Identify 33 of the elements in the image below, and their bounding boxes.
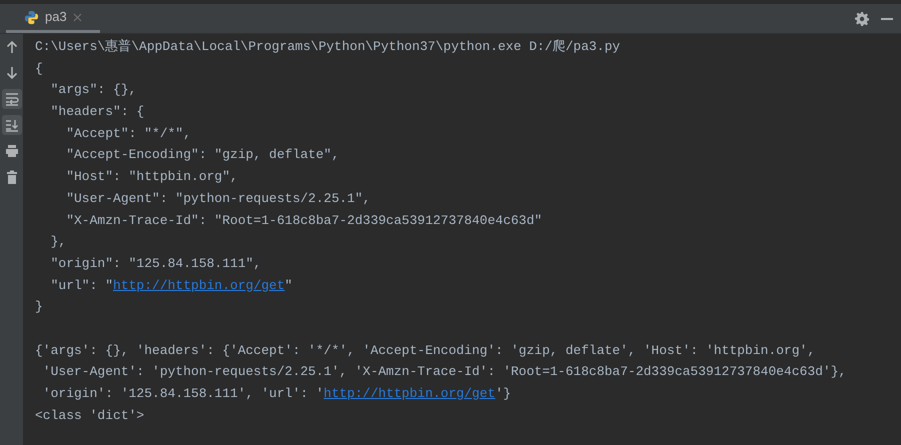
console-line: <class 'dict'>	[35, 406, 146, 425]
console-text: '}	[495, 386, 511, 401]
settings-icon[interactable]	[855, 12, 869, 26]
url-link[interactable]: http://httpbin.org/get	[113, 278, 285, 293]
toolbar-button[interactable]	[2, 115, 22, 135]
minimize-icon[interactable]	[881, 18, 893, 20]
console-line: "X-Amzn-Trace-Id": "Root=1-618c8ba7-2d339ca53912737840e4c63d"	[65, 212, 544, 230]
arrow-up-icon	[4, 40, 18, 54]
console-line: "origin": "125.84.158.111",	[50, 254, 262, 273]
soft-wrap-icon	[4, 92, 18, 106]
console-text: 'origin': '125.84.158.111', 'url': '	[42, 386, 324, 401]
console-line: "args": {},	[50, 81, 138, 100]
console-line: 'User-Agent': 'python-requests/2.25.1', 'X-Amzn-Trace-Id': 'Root=1-618c8ba7-2d339ca53912737840e4c63d'},	[42, 363, 848, 382]
console-line: C:\Users\惠普\AppData\Local\Programs\Python\Python37\python.exe D:/爬/pa3.py	[35, 38, 622, 56]
trash-icon	[4, 170, 18, 184]
console-line: "Host": "httpbin.org",	[65, 168, 239, 186]
url-link[interactable]: http://httpbin.org/get	[324, 386, 496, 401]
console-line: "Accept": "*/*",	[65, 124, 192, 143]
console-line: {'args': {}, 'headers': {'Accept': '*/*', 'Accept-Encoding': 'gzip, deflate', 'Host': 'httpbin.org',	[35, 342, 816, 360]
toolbar-button[interactable]	[2, 89, 22, 109]
printer-icon	[4, 144, 18, 158]
arrow-down-icon	[4, 66, 18, 80]
file-tab[interactable]: pa3	[6, 4, 100, 33]
console-line: "headers": {	[50, 103, 146, 122]
console-line: {	[35, 60, 44, 78]
console-line: },	[50, 233, 68, 252]
scroll-to-end-icon	[4, 118, 18, 132]
console-text: "url": "	[50, 278, 114, 293]
console-text: "	[284, 278, 292, 293]
console-line: "Accept-Encoding": "gzip, deflate",	[65, 146, 340, 164]
console-line: }	[35, 298, 44, 316]
python-icon	[24, 10, 39, 24]
console-line: "User-Agent": "python-requests/2.25.1",	[65, 190, 372, 208]
